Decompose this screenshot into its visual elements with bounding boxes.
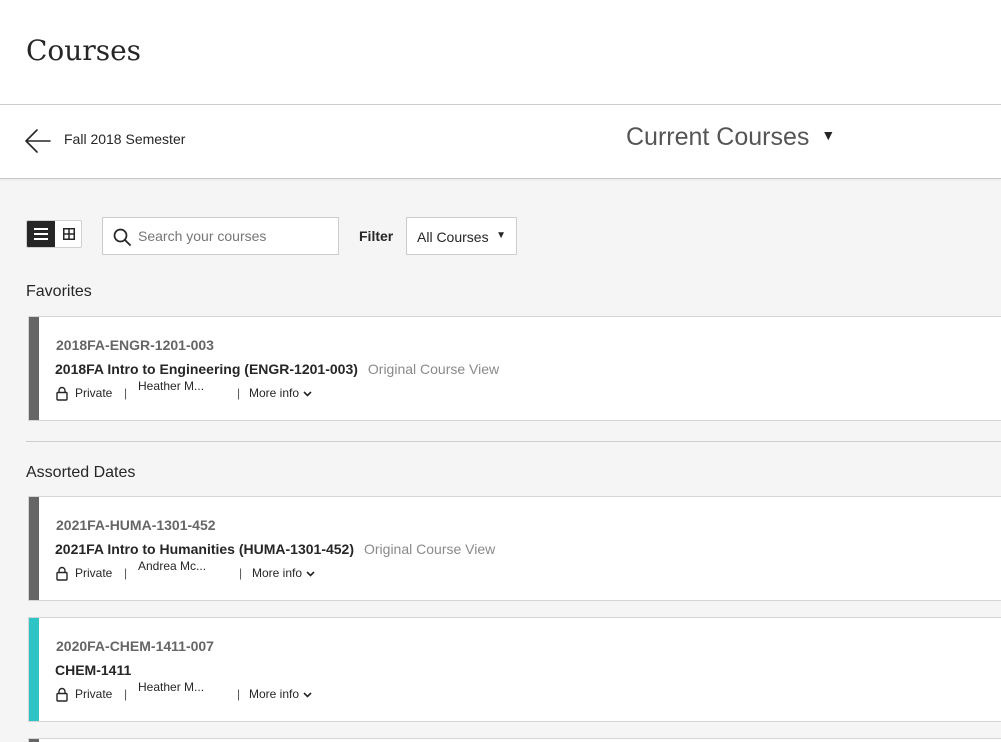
caret-down-icon: ▼	[821, 127, 836, 144]
term-navigation: Fall 2018 Semester Current Courses ▼	[0, 105, 1001, 179]
instructor-name: Heather M...	[138, 379, 205, 393]
view-toggle	[26, 220, 82, 248]
filter-value: All Courses	[417, 229, 489, 245]
more-info-label: More info	[249, 687, 300, 701]
course-view-dropdown[interactable]: Current Courses ▼	[626, 123, 835, 152]
course-view-type: Original Course View	[367, 361, 500, 377]
course-id: 2018FA-ENGR-1201-003	[56, 337, 214, 353]
search-input[interactable]	[138, 218, 333, 254]
more-info-button[interactable]: More info	[249, 687, 312, 701]
course-card[interactable]: 2020FA-CHEM-1411-007 CHEM-1411 Private |…	[28, 617, 1001, 722]
chevron-down-icon	[306, 571, 315, 577]
course-meta: Private | Heather M... | More info	[56, 680, 456, 704]
instructor-name: Andrea Mc...	[138, 559, 207, 573]
more-info-label: More info	[252, 566, 303, 580]
lock-icon	[56, 566, 68, 581]
search-icon	[113, 228, 131, 246]
course-name-link[interactable]: CHEM-1411	[55, 662, 131, 678]
course-card-partial[interactable]	[28, 738, 1001, 742]
arrow-left-icon	[25, 129, 51, 153]
privacy-status: Private	[75, 566, 113, 580]
list-icon	[34, 228, 48, 240]
list-view-button[interactable]	[27, 221, 55, 247]
filter-dropdown[interactable]: All Courses ▼	[406, 217, 517, 255]
meta-separator: |	[124, 386, 128, 400]
instructor-name: Heather M...	[138, 680, 205, 694]
page-title: Courses	[26, 34, 142, 67]
meta-separator: |	[237, 386, 241, 400]
meta-separator: |	[124, 566, 128, 580]
course-color-bar	[29, 497, 39, 600]
meta-separator: |	[124, 687, 128, 701]
lock-icon	[56, 386, 68, 401]
meta-separator: |	[239, 566, 243, 580]
more-info-button[interactable]: More info	[249, 386, 312, 400]
course-name-row: CHEM-1411	[55, 662, 131, 680]
course-color-bar	[29, 618, 39, 721]
course-meta: Private | Andrea Mc... | More info	[56, 559, 456, 583]
course-name-link[interactable]: 2021FA Intro to Humanities (HUMA-1301-45…	[55, 541, 354, 557]
more-info-button[interactable]: More info	[252, 566, 315, 580]
back-button[interactable]	[24, 127, 52, 155]
search-box	[102, 217, 339, 255]
course-card[interactable]: 2018FA-ENGR-1201-003 2018FA Intro to Eng…	[28, 316, 1001, 421]
course-meta: Private | Heather M... | More info	[56, 379, 456, 403]
term-label: Fall 2018 Semester	[64, 131, 186, 147]
more-info-label: More info	[249, 386, 300, 400]
course-view-type: Original Course View	[364, 541, 496, 557]
course-card[interactable]: 2021FA-HUMA-1301-452 2021FA Intro to Hum…	[28, 496, 1001, 601]
course-view-label: Current Courses	[626, 123, 810, 151]
meta-separator: |	[237, 687, 241, 701]
grid-view-button[interactable]	[55, 221, 81, 247]
course-color-bar	[29, 317, 39, 420]
privacy-status: Private	[75, 687, 113, 701]
page-header: Courses	[0, 0, 1001, 105]
filter-label: Filter	[359, 228, 394, 244]
privacy-status: Private	[75, 386, 113, 400]
lock-icon	[56, 687, 68, 702]
caret-down-icon: ▼	[496, 230, 506, 241]
section-divider	[26, 441, 1001, 442]
course-name-row: 2021FA Intro to Humanities (HUMA-1301-45…	[55, 541, 495, 559]
grid-icon	[63, 228, 75, 240]
course-name-link[interactable]: 2018FA Intro to Engineering (ENGR-1201-0…	[55, 361, 358, 377]
course-id: 2020FA-CHEM-1411-007	[56, 638, 214, 654]
chevron-down-icon	[303, 692, 312, 698]
chevron-down-icon	[303, 391, 312, 397]
section-title-favorites: Favorites	[26, 283, 92, 300]
section-title-assorted-dates: Assorted Dates	[26, 464, 136, 481]
course-name-row: 2018FA Intro to Engineering (ENGR-1201-0…	[55, 361, 499, 379]
course-id: 2021FA-HUMA-1301-452	[56, 517, 216, 533]
